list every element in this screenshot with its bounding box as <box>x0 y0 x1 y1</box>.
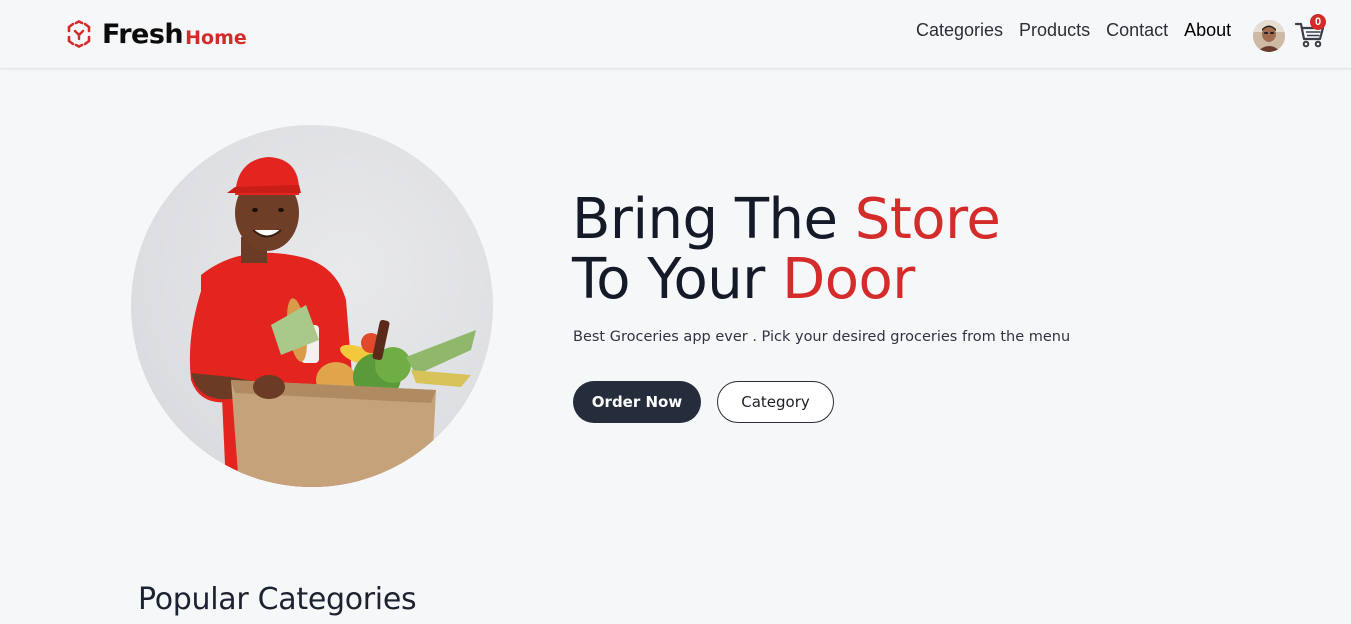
headline-line2-prefix: To Your <box>572 247 783 312</box>
nav-item-products[interactable]: Products <box>1019 20 1090 41</box>
headline-line1-prefix: Bring The <box>572 187 855 252</box>
hero-headline: Bring The Store To Your Door <box>572 187 1001 312</box>
popular-categories-title: Popular Categories <box>138 582 417 617</box>
nav-item-categories[interactable]: Categories <box>916 20 1003 41</box>
user-avatar[interactable] <box>1253 20 1285 52</box>
nav-item-contact[interactable]: Contact <box>1106 20 1168 41</box>
headline-line2: To Your Door <box>572 247 915 312</box>
grocery-basket-logo-icon <box>67 20 91 48</box>
hero-illustration <box>189 157 476 487</box>
cart-count-badge: 0 <box>1310 14 1326 30</box>
nav-item-about[interactable]: About <box>1184 20 1231 41</box>
headline-line1-accent: Store <box>854 187 1001 252</box>
hero-subtitle: Best Groceries app ever . Pick your desi… <box>573 329 1071 345</box>
category-button[interactable]: Category <box>717 381 834 423</box>
order-now-button[interactable]: Order Now <box>573 381 701 423</box>
avatar-image <box>1253 20 1285 52</box>
brand-name-secondary: Home <box>185 26 247 49</box>
brand-name-primary: Fresh <box>102 18 184 50</box>
brand-logo[interactable]: Fresh Home <box>64 16 247 52</box>
headline-line1: Bring The Store <box>572 187 1001 252</box>
delivery-man-with-grocery-box <box>131 125 493 487</box>
main-navigation: Categories Products Contact About <box>916 18 1247 42</box>
top-navbar: Fresh Home Categories Products Contact A… <box>0 0 1351 69</box>
headline-line2-accent: Door <box>782 247 915 312</box>
